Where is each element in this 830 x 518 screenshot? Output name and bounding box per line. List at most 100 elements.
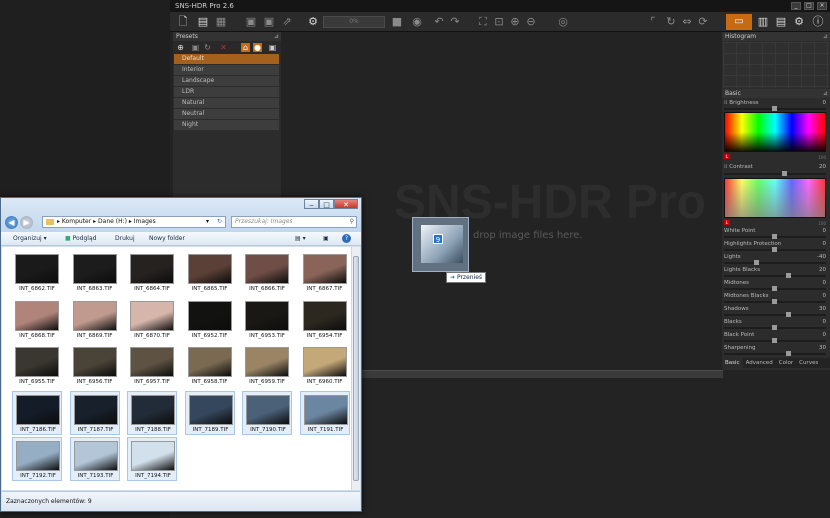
contrast-color-gradient[interactable] bbox=[724, 178, 826, 218]
layout-icon[interactable]: ▥ bbox=[756, 15, 770, 29]
preset-item-default[interactable]: Default bbox=[174, 54, 279, 64]
pin-icon[interactable]: ⊿ bbox=[274, 32, 279, 41]
eye-icon[interactable]: ◎ bbox=[556, 15, 570, 29]
close-button[interactable]: ✕ bbox=[334, 199, 358, 209]
scrollbar-thumb[interactable] bbox=[353, 256, 359, 481]
minimize-button[interactable]: ‒ bbox=[304, 199, 319, 209]
address-bar[interactable]: ▸ Komputer ▸ Dane (H:) ▸ Images ▾ ↻ bbox=[42, 216, 226, 228]
slider-knob[interactable] bbox=[772, 325, 777, 330]
view-options-icon[interactable]: ▤ ▾ bbox=[295, 235, 306, 242]
preset-item-natural[interactable]: Natural bbox=[174, 98, 279, 108]
search-icon[interactable]: ⚲ bbox=[350, 217, 354, 227]
slider-knob[interactable] bbox=[772, 106, 777, 111]
file-item[interactable]: INT_7193.TIF bbox=[69, 437, 120, 481]
print-icon[interactable]: ▤ bbox=[196, 15, 210, 29]
preset-item-neutral[interactable]: Neutral bbox=[174, 109, 279, 119]
file-item[interactable]: INT_7186.TIF bbox=[12, 390, 62, 435]
help-icon[interactable]: ? bbox=[342, 234, 351, 243]
file-item[interactable]: INT_7192.TIF bbox=[12, 437, 62, 481]
file-item[interactable]: INT_6864.TIF bbox=[127, 251, 177, 295]
file-item[interactable]: INT_6870.TIF bbox=[127, 298, 177, 342]
file-item[interactable]: INT_6953.TIF bbox=[242, 298, 292, 342]
new-file-icon[interactable]: 🗋 bbox=[176, 15, 190, 29]
slider-track-8[interactable] bbox=[724, 338, 826, 343]
home-icon[interactable]: ⌂ bbox=[241, 43, 250, 52]
zoom-in-icon[interactable]: ⊕ bbox=[508, 15, 522, 29]
refresh-icon[interactable]: ⟳ bbox=[696, 15, 710, 29]
file-item[interactable]: INT_6959.TIF bbox=[242, 344, 292, 388]
tab-color[interactable]: Color bbox=[776, 358, 796, 368]
file-item[interactable]: INT_7191.TIF bbox=[299, 390, 350, 435]
rotate-icon[interactable]: ↻ bbox=[664, 15, 678, 29]
slider-track-6[interactable] bbox=[724, 312, 826, 317]
slider-knob[interactable] bbox=[772, 247, 777, 252]
forward-icon[interactable]: ▶ bbox=[20, 216, 33, 229]
pin-icon[interactable]: ⊿ bbox=[823, 32, 828, 41]
refresh-icon[interactable]: ↻ bbox=[217, 217, 222, 227]
file-item[interactable]: INT_6863.TIF bbox=[70, 251, 120, 295]
file-item[interactable]: INT_7190.TIF bbox=[242, 390, 292, 435]
file-item[interactable]: INT_6958.TIF bbox=[185, 344, 235, 388]
process-icon[interactable]: ⚙ bbox=[306, 15, 320, 29]
file-item[interactable]: INT_6956.TIF bbox=[70, 344, 120, 388]
file-item[interactable]: INT_6865.TIF bbox=[185, 251, 235, 295]
add-preset-icon[interactable]: ⊕ bbox=[176, 43, 185, 52]
file-item[interactable]: INT_6866.TIF bbox=[242, 251, 292, 295]
info-icon[interactable]: ⓘ bbox=[811, 15, 825, 29]
file-item[interactable]: INT_7189.TIF bbox=[184, 390, 235, 435]
slider-knob[interactable] bbox=[782, 171, 787, 176]
slider-knob[interactable] bbox=[772, 286, 777, 291]
zoom-field[interactable]: 0% bbox=[323, 16, 385, 28]
actual-size-icon[interactable]: ⊡ bbox=[492, 15, 506, 29]
tab-advanced[interactable]: Advanced bbox=[743, 358, 776, 368]
refresh-preset-icon[interactable]: ↻ bbox=[203, 43, 212, 52]
file-item[interactable]: INT_6867.TIF bbox=[300, 251, 350, 295]
file-item[interactable]: INT_6955.TIF bbox=[12, 344, 62, 388]
breadcrumb-computer[interactable]: Komputer bbox=[62, 218, 91, 225]
file-item[interactable]: INT_6957.TIF bbox=[127, 344, 177, 388]
slider-knob[interactable] bbox=[772, 299, 777, 304]
fit-icon[interactable]: ⛶ bbox=[476, 15, 490, 29]
slider-knob[interactable] bbox=[786, 312, 791, 317]
stop-icon[interactable]: ■ bbox=[390, 15, 404, 29]
flip-icon[interactable]: ⇔ bbox=[680, 15, 694, 29]
maximize-button[interactable]: □ bbox=[804, 2, 814, 10]
pin-icon[interactable]: ⊿ bbox=[823, 89, 828, 98]
breadcrumb-drive[interactable]: Dane (H:) bbox=[98, 218, 127, 225]
monitor-icon[interactable]: ▭ bbox=[726, 14, 752, 30]
file-item[interactable]: INT_6869.TIF bbox=[70, 298, 120, 342]
save-as-icon[interactable]: ▣ bbox=[262, 15, 276, 29]
open-icon[interactable]: ▦ bbox=[214, 15, 228, 29]
preset-item-night[interactable]: Night bbox=[174, 120, 279, 130]
new-folder-button[interactable]: Nowy folder bbox=[149, 235, 185, 242]
brightness-color-gradient[interactable] bbox=[724, 112, 826, 152]
back-icon[interactable]: ◀ bbox=[5, 216, 18, 229]
settings-gear-icon[interactable]: ⚙ bbox=[792, 15, 806, 29]
save-icon[interactable]: ▣ bbox=[244, 15, 258, 29]
crop-icon[interactable]: ⌜ bbox=[646, 15, 660, 29]
camera-icon[interactable]: ◉ bbox=[410, 15, 424, 29]
slider-track-5[interactable] bbox=[724, 299, 826, 304]
panels-icon[interactable]: ▤ bbox=[774, 15, 788, 29]
print-button[interactable]: Drukuj bbox=[115, 235, 135, 242]
tab-basic[interactable]: Basic bbox=[722, 358, 743, 368]
file-item[interactable]: INT_7187.TIF bbox=[69, 390, 120, 435]
tab-curves[interactable]: Curves bbox=[796, 358, 821, 368]
slider-knob[interactable] bbox=[772, 338, 777, 343]
preview-button[interactable]: ■ Podgląd bbox=[65, 235, 96, 242]
slider-track-0[interactable] bbox=[724, 234, 826, 239]
file-item[interactable]: INT_7188.TIF bbox=[127, 390, 177, 435]
dropdown-icon[interactable]: ▾ bbox=[206, 217, 209, 227]
breadcrumb-images[interactable]: Images bbox=[134, 218, 156, 225]
slider-knob[interactable] bbox=[754, 260, 759, 265]
slider-knob[interactable] bbox=[786, 351, 791, 356]
redo-icon[interactable]: ↷ bbox=[448, 15, 462, 29]
file-item[interactable]: INT_6954.TIF bbox=[300, 298, 350, 342]
slider-knob[interactable] bbox=[772, 234, 777, 239]
slider-track-2[interactable] bbox=[724, 260, 826, 265]
organize-button[interactable]: Organizuj ▾ bbox=[13, 235, 47, 242]
close-button[interactable]: × bbox=[817, 2, 827, 10]
search-input[interactable]: Przeszukaj: Images ⚲ bbox=[231, 216, 357, 228]
slider-track-1[interactable] bbox=[724, 247, 826, 252]
file-item[interactable]: INT_6868.TIF bbox=[12, 298, 62, 342]
